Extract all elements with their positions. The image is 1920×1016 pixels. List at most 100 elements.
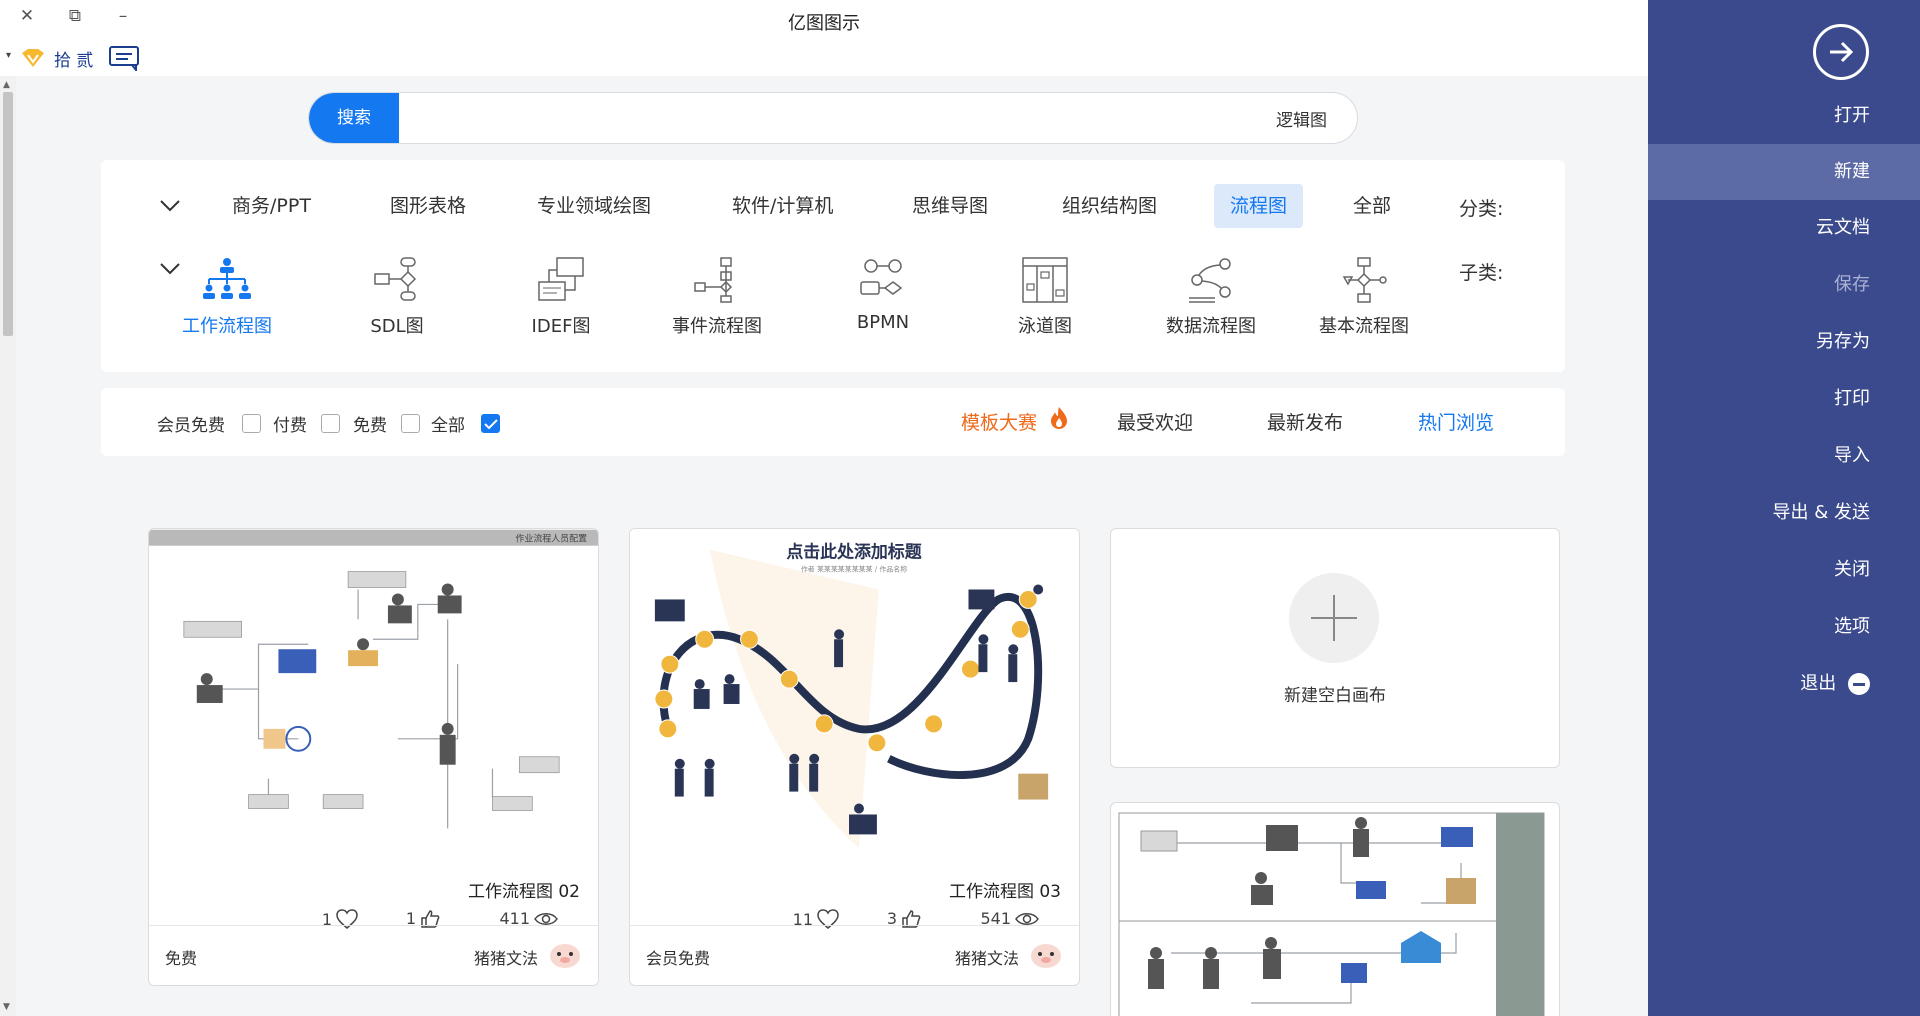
data-flowchart-icon	[1189, 258, 1231, 303]
template-title: 工作流程图 03	[948, 882, 1061, 902]
search-button[interactable]: 搜索	[309, 93, 399, 143]
category-flowchart[interactable]: 流程图	[1214, 184, 1304, 228]
author-avatar	[1031, 944, 1061, 968]
new-blank-canvas-label: 新建空白画布	[1284, 686, 1386, 706]
sidebar-item-cloud-docs[interactable]: 云文档	[1648, 200, 1920, 256]
search-input[interactable]	[409, 93, 1339, 143]
subcategory-bpmn[interactable]: BPMN	[823, 256, 943, 333]
flame-icon	[1051, 407, 1067, 429]
template-card[interactable]: 点击此处添加标题 作者 某某某某某某某某 / 作品名称 工作流程图 03 541…	[629, 528, 1080, 986]
subcategory-label: 事件流程图	[672, 316, 762, 337]
plus-icon	[1289, 573, 1379, 663]
template-thumbnail: 作业流程人员配置	[149, 529, 598, 869]
filter-free-label: 免费	[353, 416, 387, 436]
price-label: 会员免费	[646, 949, 711, 968]
basic-flowchart-icon	[1342, 257, 1387, 303]
price-label: 免费	[165, 949, 198, 968]
tab-contest[interactable]: 模板大赛	[961, 407, 1067, 435]
user-name[interactable]: 拾 贰	[54, 46, 93, 71]
template-title: 工作流程图 02	[467, 882, 580, 902]
category-row: 分类: 全部 流程图 组织结构图 思维导图 软件/计算机 专业领域绘图 图形表格…	[101, 184, 1565, 228]
card-footer: 猪猪文法 会员免费	[630, 925, 1079, 985]
subcategory-label: SDL图	[370, 316, 424, 337]
subcategory-data-flowchart[interactable]: 数据流程图	[1151, 256, 1271, 338]
scroll-thumb[interactable]	[3, 92, 13, 336]
sidebar-item-options[interactable]: 选项	[1648, 599, 1920, 655]
sidebar-item-save[interactable]: 保存	[1648, 257, 1920, 313]
template-card[interactable]	[1110, 802, 1560, 1016]
sidebar-item-open[interactable]: 打开	[1648, 88, 1920, 144]
filter-member-free-label: 会员免费	[157, 416, 225, 436]
filter-paid-label: 付费	[273, 416, 307, 436]
category-all[interactable]: 全部	[1337, 184, 1407, 228]
filter-member-free-checkbox[interactable]	[242, 414, 261, 433]
checkmark-icon	[484, 419, 498, 430]
thumbnail-title: 点击此处添加标题	[786, 542, 921, 562]
back-button[interactable]	[1813, 24, 1869, 80]
sidebar-item-export-send[interactable]: 导出 & 发送	[1648, 485, 1920, 541]
author-avatar	[550, 944, 580, 968]
subcategory-basic-flowchart[interactable]: 基本流程图	[1304, 256, 1424, 338]
chevron-down-icon[interactable]	[159, 199, 181, 213]
swimlane-icon	[1022, 257, 1068, 303]
category-graphic-table[interactable]: 图形表格	[374, 184, 482, 228]
user-dropdown-icon[interactable]: ▾	[6, 50, 11, 61]
author-name[interactable]: 猪猪文法	[474, 945, 538, 969]
category-software[interactable]: 软件/计算机	[716, 184, 849, 228]
workflow-org-icon	[203, 258, 251, 299]
arrow-right-icon	[1830, 41, 1854, 63]
template-thumbnail	[1118, 812, 1545, 1016]
vip-crown-icon	[22, 49, 44, 67]
filter-bar: 热门浏览 最新发布 最受欢迎 模板大赛 全部 免费 付费 会员免费	[101, 388, 1565, 456]
app-title: 亿图图示	[788, 13, 860, 34]
user-bar: ▾ 拾 贰	[0, 40, 1648, 76]
scroll-down-arrow-icon[interactable]: ▼	[3, 1002, 10, 1012]
filter-all-label: 全部	[431, 416, 465, 436]
filter-paid-checkbox[interactable]	[321, 414, 340, 433]
category-business-ppt[interactable]: 商务/PPT	[216, 184, 327, 228]
sidebar-item-print[interactable]: 打印	[1648, 371, 1920, 427]
subcategory-workflow[interactable]: 工作流程图	[167, 256, 287, 338]
tab-latest[interactable]: 最新发布	[1267, 408, 1343, 435]
category-label: 分类:	[1459, 198, 1504, 220]
category-panel: 分类: 全部 流程图 组织结构图 思维导图 软件/计算机 专业领域绘图 图形表格…	[101, 160, 1565, 372]
vertical-scrollbar[interactable]: ▲ ▼	[0, 76, 16, 1016]
message-icon[interactable]	[108, 45, 140, 71]
tab-popular[interactable]: 最受欢迎	[1117, 408, 1193, 435]
sidebar-item-new[interactable]: 新建	[1648, 144, 1920, 200]
subcategory-label: 子类:	[1459, 262, 1504, 284]
scroll-up-arrow-icon[interactable]: ▲	[3, 80, 10, 90]
category-org-chart[interactable]: 组织结构图	[1046, 184, 1173, 228]
subcategory-event-flowchart[interactable]: 事件流程图	[657, 256, 777, 338]
sidebar-item-save-as[interactable]: 另存为	[1648, 314, 1920, 370]
sidebar-item-import[interactable]: 导入	[1648, 428, 1920, 484]
tab-hot[interactable]: 热门浏览	[1418, 408, 1494, 435]
search-bar: 搜索	[308, 92, 1358, 144]
subcategory-idef[interactable]: IDEF图	[501, 256, 621, 338]
subcategory-label: 数据流程图	[1166, 316, 1256, 337]
bpmn-icon	[860, 259, 903, 295]
subcategory-swimlane[interactable]: 泳道图	[985, 256, 1105, 338]
filter-free-checkbox[interactable]	[401, 414, 420, 433]
subcategory-label: BPMN	[856, 312, 910, 333]
idef-icon	[538, 257, 584, 301]
filter-all-checkbox[interactable]	[481, 414, 500, 433]
exit-icon	[1848, 673, 1870, 695]
sidebar-item-exit[interactable]: 退出	[1648, 656, 1920, 712]
new-blank-canvas-card[interactable]: 新建空白画布	[1110, 528, 1560, 768]
subcategory-sdl[interactable]: SDL图	[337, 256, 457, 338]
subcategory-label: IDEF图	[531, 316, 591, 337]
author-name[interactable]: 猪猪文法	[955, 945, 1019, 969]
card-footer: 猪猪文法 免费	[149, 925, 598, 985]
subcategory-label: 泳道图	[1018, 316, 1072, 337]
template-thumbnail: 点击此处添加标题 作者 某某某某某某某某 / 作品名称	[630, 529, 1079, 869]
template-card[interactable]: 作业流程人员配置 工作流程图 02 411 1 1 猪猪文法 免费	[148, 528, 599, 986]
subcategory-label: 基本流程图	[1319, 316, 1409, 337]
title-bar: ✕ ⧉ – 亿图图示	[0, 0, 1648, 40]
sidebar-item-close[interactable]: 关闭	[1648, 542, 1920, 598]
category-mind-map[interactable]: 思维导图	[896, 184, 1004, 228]
thumbnail-subtitle: 作者 某某某某某某某某 / 作品名称	[801, 565, 907, 574]
sdl-icon	[374, 257, 417, 301]
file-menu-sidebar: 打开 新建 云文档 保存 另存为 打印 导入 导出 & 发送 关闭 选项 退出	[1648, 0, 1920, 1016]
category-professional[interactable]: 专业领域绘图	[521, 184, 667, 228]
